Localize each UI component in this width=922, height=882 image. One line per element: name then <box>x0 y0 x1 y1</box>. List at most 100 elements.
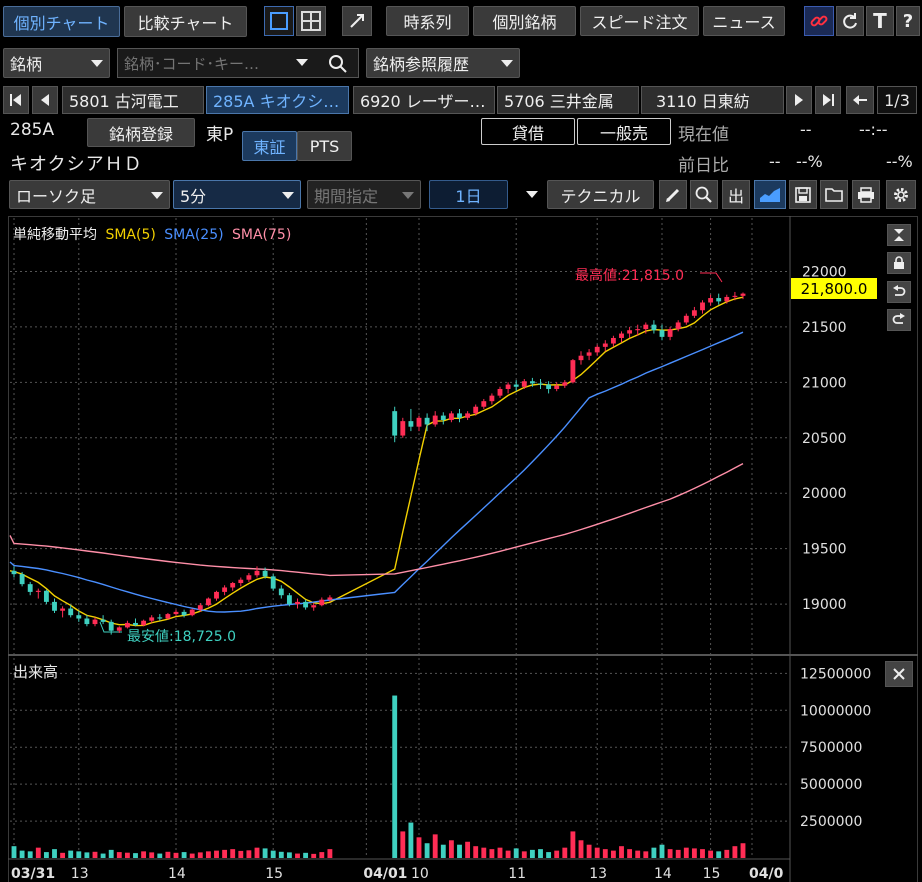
y-tick-label: 19500 <box>802 542 847 558</box>
low-price-annotation: 最安値:18,725.0 <box>127 629 237 645</box>
x-tick-label: 13 <box>589 866 607 882</box>
volume-bar <box>311 853 317 858</box>
candle-body <box>562 382 568 386</box>
candle-body <box>465 413 471 418</box>
volume-bar <box>100 853 106 858</box>
x-tick-label: 14 <box>654 866 672 882</box>
volume-bar <box>497 847 503 858</box>
y-tick-label: 20500 <box>802 431 847 447</box>
volume-bar <box>181 852 187 858</box>
candle-body <box>319 599 325 606</box>
volume-bar <box>554 850 560 858</box>
volume-bar <box>432 834 438 858</box>
x-tick-label: 15 <box>265 866 283 882</box>
candle-body <box>76 615 82 619</box>
candle-body <box>732 295 738 297</box>
candle-body <box>594 346 600 353</box>
candle-body <box>635 329 641 331</box>
volume-bar <box>538 849 543 858</box>
volume-bar <box>619 846 624 858</box>
legend-sma5: SMA(5) <box>105 227 156 243</box>
volume-bar <box>465 841 471 858</box>
candle-body <box>100 619 106 622</box>
candle-body <box>214 591 219 599</box>
volume-bar <box>424 843 430 858</box>
candle-body <box>92 619 98 625</box>
volume-bar <box>627 849 633 858</box>
volume-bar <box>448 840 454 858</box>
sma75-line <box>9 462 744 577</box>
volume-bar <box>68 850 74 858</box>
candle-body <box>659 330 665 337</box>
volume-bar <box>165 851 171 858</box>
volume-bar <box>173 852 179 858</box>
sma5-line <box>9 296 744 627</box>
candle-body <box>740 293 746 296</box>
candle-body <box>505 384 511 389</box>
candle-body <box>538 383 543 385</box>
volume-bar <box>610 850 616 858</box>
volume-title: 出来高 <box>13 663 59 681</box>
x-tick-label: 03/31 <box>11 866 55 882</box>
volume-bar <box>708 850 714 858</box>
redo-icon[interactable] <box>887 309 911 331</box>
legend-title: 単純移動平均 <box>13 227 97 243</box>
y-tick-label: 21000 <box>802 375 847 391</box>
volume-bar <box>440 844 446 858</box>
price-chart[interactable]: 1900019500200002050021000215002200025000… <box>0 0 922 882</box>
volume-bar <box>667 849 673 858</box>
candle-body <box>457 413 462 418</box>
close-volume-icon[interactable] <box>885 661 913 687</box>
candle-body <box>700 302 705 311</box>
volume-bar <box>570 831 576 858</box>
candle-body <box>303 601 309 608</box>
candle-body <box>408 421 414 427</box>
candle-body <box>497 388 503 396</box>
candle-body <box>667 329 673 337</box>
candle-body <box>68 608 74 616</box>
volume-bar <box>481 847 487 858</box>
candle-body <box>116 627 122 631</box>
y-tick-label: 5000000 <box>800 777 862 793</box>
volume-bar <box>19 850 25 858</box>
candle-body <box>651 324 657 331</box>
candle-body <box>424 417 430 425</box>
collapse-icon[interactable] <box>887 224 911 246</box>
current-price-tag: 21,800.0 <box>791 278 877 299</box>
candle-body <box>254 570 260 576</box>
volume-bar <box>141 851 147 858</box>
high-price-annotation: 最高値:21,815.0 <box>575 268 685 284</box>
candle-body <box>19 574 25 585</box>
candle-body <box>400 421 406 436</box>
volume-bar <box>11 846 17 858</box>
candle-body <box>165 614 171 619</box>
candle-body <box>675 322 681 330</box>
volume-bar <box>205 851 211 858</box>
volume-bar <box>521 851 527 858</box>
volume-bar <box>489 849 495 858</box>
candle-body <box>554 385 560 389</box>
volume-bar <box>84 852 90 858</box>
legend-sma75: SMA(75) <box>232 227 292 243</box>
volume-bar <box>578 840 584 858</box>
volume-bar <box>513 848 519 858</box>
volume-bar <box>197 852 203 858</box>
volume-bar <box>230 849 236 858</box>
volume-bar <box>392 695 398 858</box>
candle-body <box>392 411 398 436</box>
volume-bar <box>189 853 195 858</box>
volume-bar <box>546 852 552 858</box>
candle-body <box>521 381 527 387</box>
candle-body <box>627 330 633 334</box>
x-tick-label: 14 <box>168 866 186 882</box>
candle-body <box>448 413 454 421</box>
candle-body <box>52 601 57 611</box>
candle-body <box>529 381 535 384</box>
y-tick-label: 12500000 <box>800 666 871 682</box>
x-tick-label: 13 <box>71 866 89 882</box>
volume-bar <box>529 849 535 858</box>
undo-icon[interactable] <box>887 281 911 303</box>
lock-icon[interactable] <box>887 252 911 274</box>
volume-bar <box>295 853 300 858</box>
candle-body <box>481 401 487 407</box>
